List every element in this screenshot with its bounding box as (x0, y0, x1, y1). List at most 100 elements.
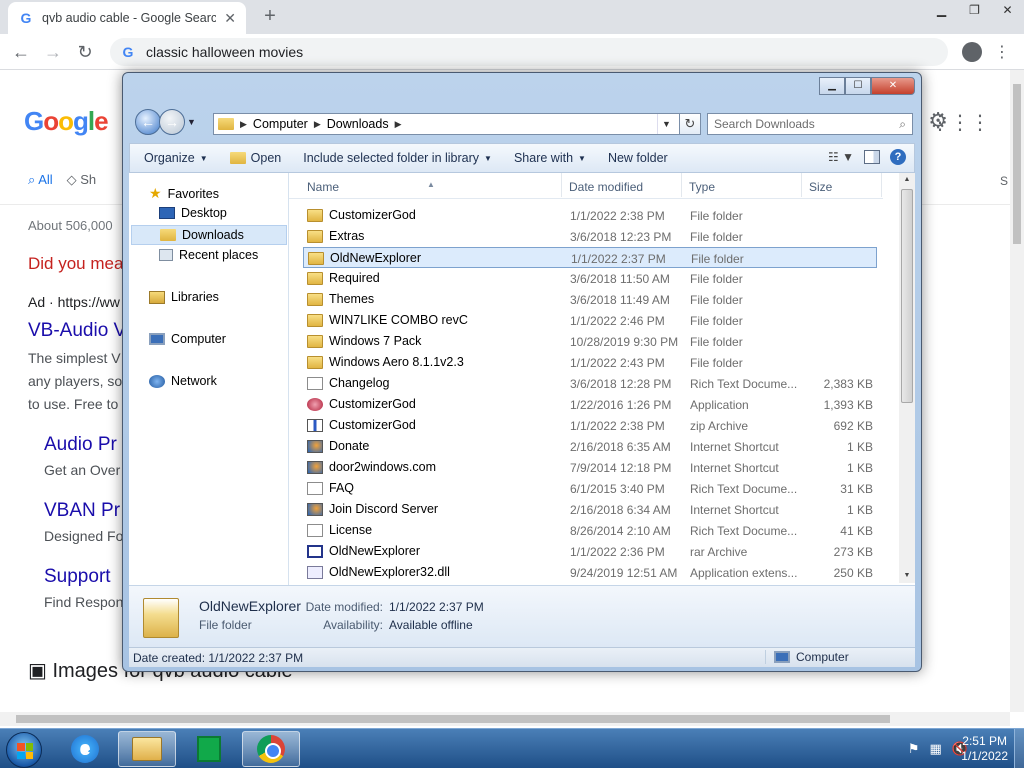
breadcrumb-arrow-icon[interactable]: ▶ (240, 119, 247, 130)
breadcrumb-downloads[interactable]: Downloads (327, 117, 389, 131)
chrome-tab[interactable]: G qvb audio cable - Google Search ✕ (8, 2, 246, 34)
close-button[interactable]: ✕ (991, 0, 1024, 20)
file-row[interactable]: CustomizerGod 1/1/2022 2:38 PM File folder (303, 205, 877, 226)
nav-downloads[interactable]: Downloads (131, 225, 287, 245)
address-bar[interactable]: ▶ Computer ▶ Downloads ▶ (213, 113, 697, 135)
nav-desktop[interactable]: Desktop (159, 206, 227, 220)
taskbar-internet-explorer[interactable]: e (56, 731, 114, 767)
change-view-icon[interactable]: ☷ ▼ (828, 150, 854, 164)
tab-shopping[interactable]: ◇ Sh (67, 172, 97, 188)
start-button[interactable] (6, 732, 42, 768)
recent-pages-chevron-icon[interactable]: ▼ (187, 117, 196, 135)
file-row[interactable]: WIN7LIKE COMBO revC 1/1/2022 2:46 PM File … (303, 310, 877, 331)
column-size[interactable]: Size (809, 180, 832, 194)
column-divider[interactable] (881, 173, 882, 197)
show-desktop-button[interactable] (1014, 729, 1024, 768)
search-box[interactable]: Search Downloads ⌕ (707, 113, 913, 135)
file-row[interactable]: door2windows.com 7/9/2014 12:18 PM Interne… (303, 457, 877, 478)
organize-button[interactable]: Organize ▼ (144, 151, 208, 165)
nav-libraries[interactable]: Libraries (149, 290, 219, 304)
column-type[interactable]: Type (689, 180, 715, 194)
file-row[interactable]: Donate 2/16/2018 6:35 AM Internet Shortcut… (303, 436, 877, 457)
column-date-modified[interactable]: Date modified (569, 180, 643, 194)
file-row[interactable]: Required 3/6/2018 11:50 AM File folder (303, 268, 877, 289)
file-row[interactable]: OldNewExplorer 1/1/2022 2:37 PM File folde… (303, 247, 877, 268)
breadcrumb-arrow-icon[interactable]: ▶ (314, 119, 321, 130)
address-dropdown-icon[interactable]: ▼ (657, 114, 675, 134)
folder-icon (218, 118, 234, 130)
taskbar: e ⚑ ▦ 🔇 2:51 PM 1/1/2022 (0, 728, 1024, 768)
close-button[interactable]: ✕ (871, 77, 915, 95)
new-tab-button[interactable]: + (258, 6, 282, 28)
search-icon[interactable]: ⌕ (899, 117, 906, 131)
minimize-button[interactable]: ▁ (819, 77, 845, 95)
nav-favorites[interactable]: ★ Favorites (149, 185, 219, 202)
help-icon[interactable]: ? (890, 149, 906, 165)
taskbar-file-explorer[interactable] (118, 731, 176, 767)
back-button[interactable]: ← (135, 109, 161, 135)
file-row[interactable]: License 8/26/2014 2:10 AM Rich Text Docume… (303, 520, 877, 541)
preview-pane-icon[interactable] (864, 150, 880, 164)
chrome-menu-icon[interactable]: ⋮ (994, 42, 1010, 62)
nav-network[interactable]: Network (149, 374, 217, 388)
forward-arrow-icon[interactable]: → (42, 42, 64, 63)
breadcrumb-arrow-icon[interactable]: ▶ (395, 119, 402, 130)
breadcrumb-computer[interactable]: Computer (253, 117, 308, 131)
taskbar-store[interactable] (180, 731, 238, 767)
sitelink-vban[interactable]: VBAN Pr (44, 500, 120, 522)
nav-recent-places[interactable]: Recent places (159, 248, 258, 262)
tools-partial[interactable]: S (1000, 174, 1008, 188)
refresh-button[interactable]: ↻ (679, 113, 701, 135)
scroll-up-icon[interactable]: ▲ (899, 173, 915, 187)
column-divider[interactable] (681, 173, 682, 197)
omnibox[interactable]: G classic halloween movies (110, 38, 948, 66)
file-row[interactable]: Changelog 3/6/2018 12:28 PM Rich Text Docu… (303, 373, 877, 394)
network-tray-icon[interactable]: ▦ (930, 741, 942, 757)
column-name[interactable]: Name (307, 180, 339, 194)
file-row[interactable]: OldNewExplorer32.dll 9/24/2019 12:51 AM Ap… (303, 562, 877, 583)
nav-computer[interactable]: Computer (149, 332, 226, 346)
tab-all[interactable]: ⌕ All (28, 172, 53, 188)
page-horizontal-scrollbar[interactable] (0, 712, 1010, 726)
file-date: 3/6/2018 11:49 AM (570, 293, 670, 307)
new-folder-button[interactable]: New folder (608, 151, 668, 165)
scroll-thumb[interactable] (16, 715, 890, 723)
taskbar-chrome[interactable] (242, 731, 300, 767)
file-row[interactable]: Windows Aero 8.1.1v2.3 1/1/2022 2:43 PM Fi… (303, 352, 877, 373)
include-in-library-button[interactable]: Include selected folder in library ▼ (303, 151, 492, 165)
action-center-flag-icon[interactable]: ⚑ (908, 741, 920, 757)
back-arrow-icon[interactable]: ← (10, 42, 32, 63)
google-doodle-logo[interactable]: Google (24, 106, 109, 137)
file-row[interactable]: Join Discord Server 2/16/2018 6:34 AM Inte… (303, 499, 877, 520)
ad-title-link[interactable]: VB-Audio V (28, 320, 126, 342)
sitelink-audio[interactable]: Audio Pr (44, 434, 117, 456)
scroll-thumb[interactable] (901, 189, 913, 403)
share-with-button[interactable]: Share with ▼ (514, 151, 586, 165)
forward-button[interactable]: → (159, 109, 185, 135)
file-row[interactable]: Windows 7 Pack 10/28/2019 9:30 PM File fol… (303, 331, 877, 352)
file-row[interactable]: Themes 3/6/2018 11:49 AM File folder (303, 289, 877, 310)
did-you-mean[interactable]: Did you mea (28, 254, 123, 274)
file-row[interactable]: CustomizerGod 1/22/2016 1:26 PM Applicatio… (303, 394, 877, 415)
restore-button[interactable]: ❐ (958, 0, 991, 20)
file-row[interactable]: OldNewExplorer 1/1/2022 2:36 PM rar Archiv… (303, 541, 877, 562)
file-row[interactable]: FAQ 6/1/2015 3:40 PM Rich Text Docume... 31… (303, 478, 877, 499)
clock[interactable]: 2:51 PM 1/1/2022 (961, 734, 1008, 764)
minimize-button[interactable]: ▁ (925, 0, 958, 20)
reload-icon[interactable]: ↻ (74, 42, 96, 63)
file-row[interactable]: CustomizerGod 1/1/2022 2:38 PM zip Archive… (303, 415, 877, 436)
file-row[interactable]: Extras 3/6/2018 12:23 PM File folder (303, 226, 877, 247)
page-vertical-scrollbar[interactable] (1010, 70, 1024, 712)
scroll-thumb[interactable] (1013, 84, 1021, 244)
open-button[interactable]: Open (229, 151, 281, 165)
ad-url[interactable]: Ad · https://ww (28, 294, 120, 310)
scroll-down-icon[interactable]: ▼ (899, 569, 915, 583)
column-divider[interactable] (561, 173, 562, 197)
profile-avatar-icon[interactable] (962, 42, 982, 62)
file-list-scrollbar[interactable]: ▲ ▼ (899, 173, 915, 583)
column-divider[interactable] (801, 173, 802, 197)
sitelink-support[interactable]: Support (44, 566, 111, 588)
tab-close-icon[interactable]: ✕ (224, 10, 236, 27)
maximize-button[interactable]: ☐ (845, 77, 871, 95)
apps-grid-icon[interactable]: ⋮⋮⋮ (930, 110, 990, 135)
